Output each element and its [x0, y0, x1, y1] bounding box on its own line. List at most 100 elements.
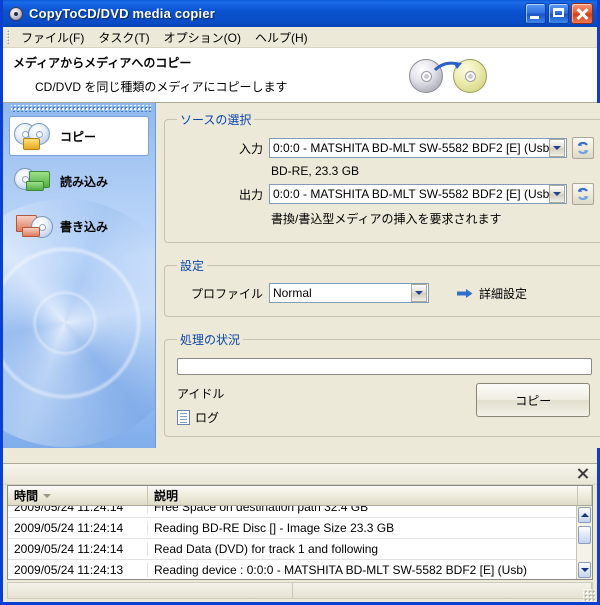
refresh-icon	[577, 141, 589, 155]
table-row[interactable]: 2009/05/24 11:24:14 Free Space on destin…	[8, 506, 576, 518]
status-left: アイドル ログ	[175, 383, 476, 426]
sort-desc-icon	[43, 493, 52, 498]
sidebar-item-label: コピー	[60, 129, 97, 144]
sidebar-item-copy[interactable]: コピー	[9, 116, 149, 156]
menu-item-task[interactable]: タスク(T)	[91, 27, 156, 48]
status-bar-segment-2	[293, 583, 592, 598]
profile-select[interactable]: Normal	[269, 283, 429, 303]
input-label: 入力	[238, 141, 263, 156]
output-device-value: 0:0:0 - MATSHITA BD-MLT SW-5582 BDF2 [E]…	[273, 187, 550, 201]
copy-action-button[interactable]: コピー	[476, 383, 591, 417]
app-disc-icon	[8, 6, 24, 22]
output-device-select[interactable]: 0:0:0 - MATSHITA BD-MLT SW-5582 BDF2 [E]…	[269, 184, 568, 204]
sidebar-item-label: 読み込み	[60, 174, 109, 189]
cell-time: 2009/05/24 11:24:14	[8, 542, 148, 556]
copy-discs-icon	[14, 120, 56, 152]
arrow-right-icon	[457, 288, 473, 298]
refresh-output-button[interactable]	[572, 183, 595, 205]
status-bar	[7, 582, 593, 599]
cell-description: Reading BD-RE Disc [] - Image Size 23.3 …	[154, 521, 395, 535]
column-header-time[interactable]: 時間	[8, 486, 148, 505]
log-vertical-scrollbar[interactable]	[576, 506, 592, 579]
menu-bar: ファイル(F) タスク(T) オプション(O) ヘルプ(H)	[3, 27, 597, 48]
log-panel-header	[3, 464, 597, 485]
status-text: アイドル	[177, 387, 225, 401]
log-table: 時間 説明 2009/05/24 11:24:14 Free Space on …	[7, 485, 593, 580]
scroll-thumb[interactable]	[578, 526, 591, 544]
close-button[interactable]	[571, 3, 593, 24]
window-title: CopyToCD/DVD media copier	[29, 6, 216, 21]
output-label: 出力	[238, 187, 263, 202]
log-table-body: 2009/05/24 11:24:14 Free Space on destin…	[8, 506, 592, 579]
two-discs-arrow-icon	[409, 56, 487, 96]
table-row[interactable]: 2009/05/24 11:24:13 Reading device : 0:0…	[8, 560, 576, 579]
chevron-down-icon[interactable]	[549, 139, 566, 157]
advanced-settings-link[interactable]: 詳細設定	[457, 285, 527, 302]
menu-item-help[interactable]: ヘルプ(H)	[248, 27, 315, 48]
banner: メディアからメディアへのコピー CD/DVD を同じ種類のメディアにコピーします	[3, 48, 597, 103]
chevron-down-icon[interactable]	[549, 185, 566, 203]
read-disc-icon	[14, 165, 56, 197]
minimize-button[interactable]	[525, 3, 546, 24]
cell-description: Free Space on destination path 32.4 GB	[154, 506, 369, 514]
refresh-icon	[577, 187, 589, 201]
scroll-down-button[interactable]	[578, 562, 591, 578]
log-table-header: 時間 説明	[8, 486, 592, 506]
maximize-button[interactable]	[548, 3, 569, 24]
cell-description: Reading device : 0:0:0 - MATSHITA BD-MLT…	[154, 563, 528, 577]
log-rows: 2009/05/24 11:24:14 Free Space on destin…	[8, 506, 576, 579]
sidebar-item-label: 書き込み	[60, 219, 109, 234]
cell-description: Read Data (DVD) for track 1 and followin…	[154, 542, 379, 556]
source-group-legend: ソースの選択	[180, 113, 252, 127]
sidebar: コピー 読み込み 書き込み	[3, 103, 156, 448]
menu-item-file[interactable]: ファイル(F)	[14, 27, 91, 48]
input-device-select[interactable]: 0:0:0 - MATSHITA BD-MLT SW-5582 BDF2 [E]…	[269, 138, 568, 158]
progress-bar	[177, 358, 593, 375]
status-row: アイドル ログ コピー	[175, 383, 594, 426]
output-row: 出力 0:0:0 - MATSHITA BD-MLT SW-5582 BDF2 …	[175, 183, 595, 205]
input-device-value: 0:0:0 - MATSHITA BD-MLT SW-5582 BDF2 [E]…	[273, 141, 550, 155]
sidebar-list: コピー 読み込み 書き込み	[3, 114, 155, 246]
input-media-info: BD-RE, 23.3 GB	[271, 164, 360, 178]
write-disc-icon	[14, 210, 56, 242]
settings-group-legend: 設定	[180, 259, 205, 273]
progress-group-legend: 処理の状況	[180, 333, 241, 347]
resize-grip[interactable]	[583, 589, 595, 601]
log-panel: 時間 説明 2009/05/24 11:24:14 Free Space on …	[3, 463, 597, 602]
table-row[interactable]: 2009/05/24 11:24:14 Reading BD-RE Disc […	[8, 518, 576, 539]
banner-subtitle: CD/DVD を同じ種類のメディアにコピーします	[35, 80, 288, 94]
sidebar-item-read[interactable]: 読み込み	[9, 161, 149, 201]
table-row[interactable]: 2009/05/24 11:24:14 Read Data (DVD) for …	[8, 539, 576, 560]
banner-title: メディアからメディアへのコピー	[13, 56, 192, 70]
chevron-down-icon[interactable]	[411, 284, 427, 302]
document-icon	[177, 410, 190, 425]
sidebar-grip-handle[interactable]	[11, 105, 151, 112]
column-header-description[interactable]: 説明	[148, 486, 578, 505]
status-bar-segment-1	[8, 583, 293, 598]
title-bar: CopyToCD/DVD media copier	[3, 0, 597, 27]
column-header-time-label: 時間	[14, 489, 39, 503]
window-controls	[525, 3, 595, 24]
log-link[interactable]: ログ	[177, 409, 476, 426]
scroll-up-button[interactable]	[578, 507, 591, 523]
profile-value: Normal	[273, 286, 312, 300]
cell-time: 2009/05/24 11:24:14	[8, 506, 148, 514]
advanced-settings-label: 詳細設定	[479, 286, 528, 301]
source-selection-group: ソースの選択 入力 0:0:0 - MATSHITA BD-MLT SW-558…	[164, 111, 600, 243]
main-pane: ソースの選択 入力 0:0:0 - MATSHITA BD-MLT SW-558…	[156, 103, 600, 448]
scroll-track[interactable]	[577, 524, 592, 561]
profile-row: プロファイル Normal 詳細設定	[175, 283, 594, 303]
close-icon[interactable]	[577, 467, 590, 480]
app-window: CopyToCD/DVD media copier ファイル(F) タスク(T)…	[0, 0, 600, 605]
menu-item-options[interactable]: オプション(O)	[157, 27, 248, 48]
content-area: コピー 読み込み 書き込み ソースの選択 入力 0:0:0 - MATSHITA…	[3, 103, 600, 448]
input-row: 入力 0:0:0 - MATSHITA BD-MLT SW-5582 BDF2 …	[175, 137, 595, 159]
settings-group: 設定 プロファイル Normal 詳細設定	[164, 257, 600, 317]
refresh-input-button[interactable]	[572, 137, 595, 159]
progress-group: 処理の状況 アイドル ログ コピー	[164, 331, 600, 437]
sidebar-item-write[interactable]: 書き込み	[9, 206, 149, 246]
disc-watermark-hub	[13, 271, 117, 375]
cell-time: 2009/05/24 11:24:13	[8, 563, 148, 577]
menu-grip-handle[interactable]	[7, 30, 10, 44]
column-header-description-label: 説明	[154, 489, 179, 503]
